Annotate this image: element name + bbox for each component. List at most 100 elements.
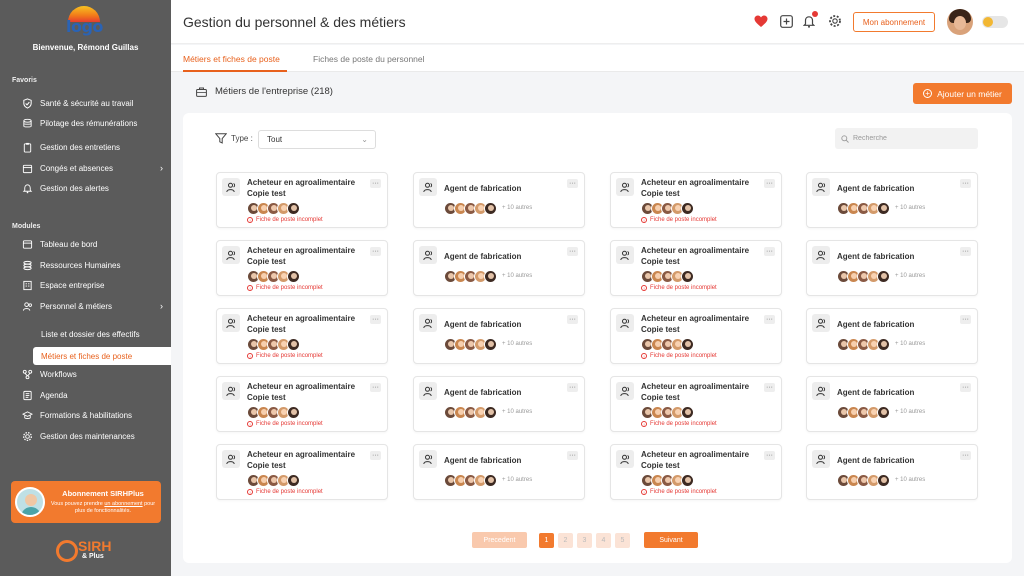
metier-card[interactable]: ··· Agent de fabrication + 10 autres [413,240,585,296]
avatar-stack [444,202,497,215]
more-options-icon[interactable]: ··· [764,247,775,256]
more-options-icon[interactable]: ··· [567,383,578,392]
pagination-page-1[interactable]: 1 [539,533,554,548]
pagination-page-2[interactable]: 2 [558,533,573,548]
more-employees-count: + 10 autres [895,205,926,211]
sidebar-item-label: Santé & sécurité au travail [40,98,134,108]
sidebar-subitem-metiers[interactable]: Métiers et fiches de poste [33,347,171,365]
metier-card[interactable]: ··· Acheteur en agroalimentaire Copie test… [610,308,782,364]
plus-circle-icon: + [923,89,933,98]
metier-card[interactable]: ··· Acheteur en agroalimentaire Copie test… [216,308,388,364]
sidebar-item-personnel[interactable]: Personnel & métiers › [22,298,171,314]
metier-card[interactable]: ··· Acheteur en agroalimentaire Copie test… [610,240,782,296]
add-metier-button[interactable]: + Ajouter un métier [913,83,1012,104]
more-options-icon[interactable]: ··· [567,315,578,324]
metier-card[interactable]: ··· Agent de fabrication + 10 autres [806,240,978,296]
more-options-icon[interactable]: ··· [764,179,775,188]
subscription-promo[interactable]: Abonnement SIRHPlus Vous pouvez prendre … [11,481,161,523]
sidebar-subitem-effectifs[interactable]: Liste et dossier des effectifs [33,325,171,343]
sidebar-item-espace-entreprise[interactable]: Espace entreprise [22,277,171,293]
pagination-page-5[interactable]: 5 [615,533,630,548]
sidebar-item-maintenances[interactable]: Gestion des maintenances [22,428,171,444]
brand-suffix: & Plus [82,553,104,560]
more-options-icon[interactable]: ··· [960,179,971,188]
incomplete-warning: ! Fiche de poste incomplet [641,285,717,291]
more-options-icon[interactable]: ··· [370,383,381,392]
toggle-knob [983,17,993,27]
page-title: Gestion du personnel & des métiers [183,14,406,30]
sidebar-item-conges[interactable]: Congés et absences › [22,160,171,176]
promo-link[interactable]: un abonnement [104,501,142,507]
sidebar-item-workflows[interactable]: Workflows [22,366,171,382]
subscription-button[interactable]: Mon abonnement [853,12,935,32]
person-icon [419,178,437,196]
more-options-icon[interactable]: ··· [960,383,971,392]
search-input[interactable] [853,135,973,142]
logo[interactable]: logo [66,6,103,36]
tab-fiches-personnel[interactable]: Fiches de poste du personnel [313,54,425,64]
sidebar-item-alertes[interactable]: Gestion des alertes [22,180,171,196]
metier-title: Agent de fabrication [444,388,522,397]
more-options-icon[interactable]: ··· [960,451,971,460]
settings-gear-icon[interactable] [828,14,842,28]
metier-card[interactable]: ··· Agent de fabrication + 10 autres [806,444,978,500]
metier-card[interactable]: ··· Acheteur en agroalimentaire Copie test… [610,444,782,500]
sidebar-item-entretiens[interactable]: Gestion des entretiens [22,139,171,155]
metier-card[interactable]: ··· Agent de fabrication + 10 autres [413,444,585,500]
more-options-icon[interactable]: ··· [567,247,578,256]
heart-icon[interactable] [754,14,768,28]
metier-card[interactable]: ··· Agent de fabrication + 10 autres [806,308,978,364]
sidebar-item-remunerations[interactable]: Pilotage des rémunérations [22,115,171,131]
metier-card[interactable]: ··· Agent de fabrication + 10 autres [806,172,978,228]
metier-card[interactable]: ··· Acheteur en agroalimentaire Copie test… [216,172,388,228]
pagination-page-4[interactable]: 4 [596,533,611,548]
add-metier-label: Ajouter un métier [937,88,1002,99]
more-options-icon[interactable]: ··· [567,451,578,460]
add-square-icon[interactable] [779,14,793,28]
metier-card[interactable]: ··· Agent de fabrication + 10 autres [413,308,585,364]
tab-metiers[interactable]: Métiers et fiches de poste [183,54,280,64]
sidebar-item-agenda[interactable]: Agenda [22,387,171,403]
sidebar-item-tableau-de-bord[interactable]: Tableau de bord [22,236,171,252]
pagination-page-3[interactable]: 3 [577,533,592,548]
more-options-icon[interactable]: ··· [960,315,971,324]
brand-ring [56,540,78,562]
metier-title: Acheteur en agroalimentaire Copie test [247,314,356,334]
sidebar-item-sante[interactable]: Santé & sécurité au travail [22,95,171,111]
avatar-stack [837,338,890,351]
type-select[interactable]: Tout ⌄ [258,130,376,149]
more-options-icon[interactable]: ··· [764,315,775,324]
pagination-next-button[interactable]: Suivant [644,532,698,548]
more-employees-count: + 10 autres [895,409,926,415]
alert-circle-icon: ! [247,421,253,427]
metier-card[interactable]: ··· Acheteur en agroalimentaire Copie test… [216,376,388,432]
section-title: Métiers de l'entreprise (218) [215,86,333,97]
notification-bell-icon[interactable] [802,11,818,28]
person-icon [616,314,634,332]
more-employees-count: + 10 autres [895,477,926,483]
more-options-icon[interactable]: ··· [370,451,381,460]
metier-card[interactable]: ··· Agent de fabrication + 10 autres [413,172,585,228]
pagination-prev-button[interactable]: Precedent [472,532,527,548]
more-options-icon[interactable]: ··· [764,383,775,392]
user-avatar[interactable] [947,9,973,35]
metier-card[interactable]: ··· Acheteur en agroalimentaire Copie test… [610,376,782,432]
metier-card[interactable]: ··· Agent de fabrication + 10 autres [806,376,978,432]
more-options-icon[interactable]: ··· [764,451,775,460]
more-options-icon[interactable]: ··· [370,247,381,256]
more-options-icon[interactable]: ··· [567,179,578,188]
metier-card[interactable]: ··· Acheteur en agroalimentaire Copie test… [216,240,388,296]
metier-card[interactable]: ··· Acheteur en agroalimentaire Copie test… [216,444,388,500]
avatar-stack [641,202,694,215]
more-options-icon[interactable]: ··· [370,315,381,324]
sidebar-item-rh[interactable]: Ressources Humaines [22,257,171,273]
sidebar-item-formations[interactable]: Formations & habilitations [22,407,171,423]
more-options-icon[interactable]: ··· [960,247,971,256]
sidebar-item-label: Personnel & métiers [40,301,113,311]
dashboard-icon [22,239,33,250]
metier-card[interactable]: ··· Agent de fabrication + 10 autres [413,376,585,432]
more-options-icon[interactable]: ··· [370,179,381,188]
theme-toggle[interactable] [982,16,1008,28]
metier-card[interactable]: ··· Acheteur en agroalimentaire Copie test… [610,172,782,228]
incomplete-warning: ! Fiche de poste incomplet [641,421,717,427]
